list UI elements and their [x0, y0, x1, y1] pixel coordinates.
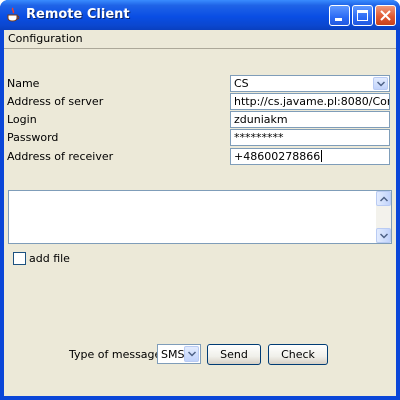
chevron-down-icon [188, 351, 196, 357]
server-address-field[interactable]: http://cs.javame.pl:8080/Comm [230, 93, 390, 110]
scroll-up-button[interactable] [376, 191, 391, 206]
window-client-area: Configuration Name CS Address of server … [4, 30, 396, 396]
login-label: Login [7, 113, 37, 126]
receiver-address-value: +48600278866 [234, 150, 321, 163]
add-file-label[interactable]: add file [29, 252, 70, 265]
scroll-down-button[interactable] [376, 228, 391, 243]
text-caret [321, 150, 323, 162]
check-button[interactable]: Check [268, 344, 328, 365]
minimize-icon [335, 18, 342, 21]
message-type-value: SMS [161, 348, 185, 361]
minimize-button[interactable] [329, 5, 350, 26]
receiver-address-field[interactable]: +48600278866 [230, 148, 390, 165]
message-textarea[interactable] [8, 190, 392, 244]
app-window: Remote Client Configuration Name CS Addr… [0, 0, 400, 400]
message-type-combo[interactable]: SMS [157, 344, 201, 364]
menu-divider [4, 48, 396, 49]
close-button[interactable] [375, 5, 396, 26]
maximize-icon [357, 10, 368, 21]
send-button[interactable]: Send [207, 344, 261, 365]
name-combo-arrow[interactable] [373, 77, 388, 90]
password-label: Password [7, 131, 59, 144]
name-label: Name [7, 77, 40, 90]
message-type-arrow[interactable] [184, 346, 199, 362]
login-field[interactable]: zduniakm [230, 111, 390, 128]
server-label: Address of server [7, 95, 104, 108]
chevron-down-icon [377, 80, 385, 87]
menu-configuration[interactable]: Configuration [8, 32, 83, 45]
window-title: Remote Client [26, 7, 130, 22]
close-icon [380, 10, 391, 21]
java-cup-icon [6, 7, 20, 23]
maximize-button[interactable] [352, 5, 373, 26]
message-type-label: Type of message [69, 348, 162, 361]
name-combo-value: CS [234, 77, 249, 90]
title-bar[interactable]: Remote Client [0, 0, 400, 30]
chevron-down-icon [380, 233, 388, 239]
name-combo[interactable]: CS [230, 75, 390, 92]
chevron-up-icon [380, 196, 388, 202]
menu-bar: Configuration [4, 30, 396, 48]
password-field[interactable]: ********* [230, 129, 390, 146]
receiver-label: Address of receiver [7, 150, 114, 163]
message-scrollbar[interactable] [376, 191, 391, 243]
add-file-checkbox[interactable] [13, 252, 26, 265]
